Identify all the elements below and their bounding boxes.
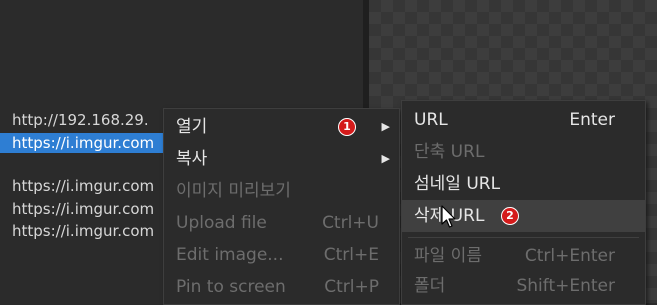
menu-item-label: 복사	[176, 149, 208, 169]
menu-item-shortcut: Ctrl+P	[324, 277, 379, 297]
menu-item-open[interactable]: 열기 1 ▶	[164, 111, 399, 143]
step-badge-2: 2	[501, 207, 519, 225]
menu-item-label: Upload file	[176, 213, 267, 233]
menu-item-copy[interactable]: 복사 ▶	[164, 143, 399, 175]
menu-item-label: Pin to screen	[176, 277, 286, 297]
submenu-item-thumbnail-url[interactable]: 섬네일 URL	[402, 168, 645, 200]
menu-item-label: 파일 이름	[414, 246, 482, 266]
menu-item-pin-to-screen[interactable]: Pin to screen Ctrl+P	[164, 271, 399, 303]
url-list-item[interactable]: http://192.168.29.	[12, 110, 163, 130]
mouse-pointer-icon	[441, 205, 456, 228]
submenu-arrow-icon: ▶	[381, 120, 390, 133]
menu-item-label: 이미지 미리보기	[176, 181, 291, 201]
url-list-item[interactable]: https://i.imgur.com	[12, 199, 163, 219]
submenu-item-file-name[interactable]: 파일 이름 Ctrl+Enter	[402, 240, 645, 272]
menu-item-shortcut: Shift+Enter	[516, 276, 615, 296]
menu-item-image-preview[interactable]: 이미지 미리보기	[164, 175, 399, 207]
menu-item-shortcut: Ctrl+Enter	[524, 246, 615, 266]
menu-item-label: URL	[414, 110, 448, 130]
submenu-item-folder[interactable]: 폴더 Shift+Enter	[402, 270, 645, 302]
context-menu: 열기 1 ▶ 복사 ▶ 이미지 미리보기 Upload file Ctrl+U …	[163, 108, 400, 305]
menu-item-edit-image[interactable]: Edit image... Ctrl+E	[164, 239, 399, 271]
menu-item-shortcut: Enter	[569, 110, 615, 130]
menu-item-label: 섬네일 URL	[414, 174, 501, 194]
menu-item-label: 단축 URL	[414, 142, 485, 162]
submenu-item-deletion-url[interactable]: 삭제 URL 2	[402, 200, 645, 232]
menu-item-label: 폴더	[414, 276, 446, 296]
menu-item-shortcut: Ctrl+U	[322, 213, 379, 233]
url-list-item[interactable]: https://i.imgur.com	[12, 176, 163, 196]
submenu-item-url[interactable]: URL Enter	[402, 104, 645, 136]
menu-separator	[408, 237, 639, 238]
menu-item-upload-file[interactable]: Upload file Ctrl+U	[164, 207, 399, 239]
submenu-item-short-url[interactable]: 단축 URL	[402, 136, 645, 168]
open-submenu: URL Enter 단축 URL 섬네일 URL 삭제 URL 2 파일 이름 …	[401, 100, 646, 305]
step-badge-1: 1	[338, 118, 356, 136]
url-list-item-selected[interactable]: https://i.imgur.com	[0, 133, 163, 153]
menu-item-label: 열기	[176, 117, 208, 137]
menu-item-label: Edit image...	[176, 245, 284, 265]
url-list-item[interactable]: https://i.imgur.com	[12, 221, 163, 241]
menu-item-shortcut: Ctrl+E	[323, 245, 379, 265]
submenu-arrow-icon: ▶	[381, 152, 390, 165]
